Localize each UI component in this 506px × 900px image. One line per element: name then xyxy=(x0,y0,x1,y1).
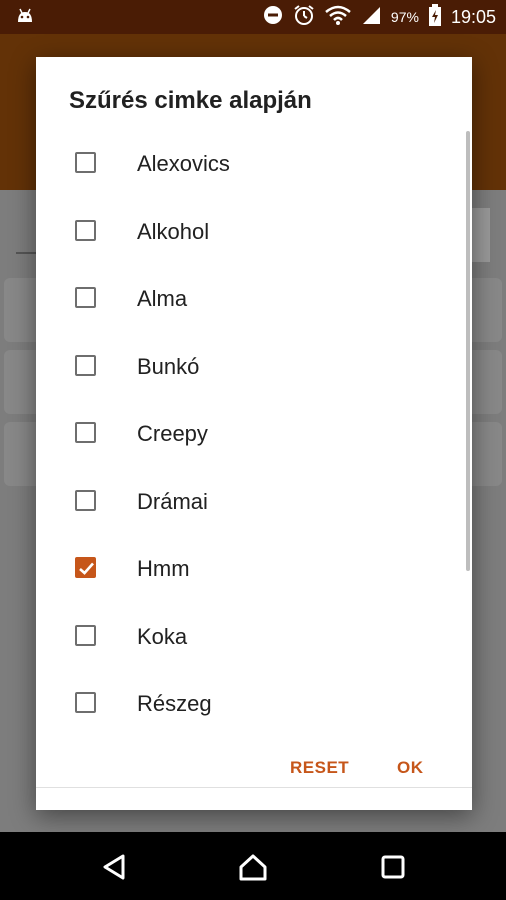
dnd-icon xyxy=(263,5,283,30)
checkbox[interactable] xyxy=(75,152,96,173)
filter-dialog: Szűrés cimke alapján Alexovics Alkohol Alm… xyxy=(36,57,472,810)
dialog-title: Szűrés cimke alapján xyxy=(69,87,312,114)
checkbox-checked[interactable] xyxy=(75,557,96,578)
list-item-label: Drámai xyxy=(137,488,208,514)
checkbox[interactable] xyxy=(75,422,96,443)
navigation-bar xyxy=(0,832,506,900)
divider xyxy=(36,787,472,788)
checkbox[interactable] xyxy=(75,287,96,308)
list-item-label: Alma xyxy=(137,286,188,311)
battery-percent: 97% xyxy=(390,9,419,25)
checkbox[interactable] xyxy=(75,219,96,241)
list-item[interactable]: Koka xyxy=(36,604,472,672)
list-item[interactable]: Hmm xyxy=(36,536,472,604)
battery-charging-icon xyxy=(428,3,441,31)
list-item-label: Alexovics xyxy=(137,151,230,176)
signal-icon xyxy=(361,5,381,30)
checkbox[interactable] xyxy=(75,692,96,713)
list-item-label: Bunkó xyxy=(137,353,200,379)
list-item-label: Alkohol xyxy=(137,218,210,244)
reset-button[interactable]: RESET xyxy=(282,752,357,784)
checkbox[interactable] xyxy=(75,489,96,511)
list-item-label: Részeg xyxy=(137,691,212,716)
list-item-label: Koka xyxy=(137,623,188,649)
list-item[interactable]: Alexovics xyxy=(36,131,472,199)
back-icon[interactable] xyxy=(97,850,131,884)
list-item[interactable]: Drámai xyxy=(36,469,472,537)
home-icon[interactable] xyxy=(236,850,270,884)
list-item[interactable]: Creepy xyxy=(36,401,472,469)
list-item[interactable]: Alkohol xyxy=(36,199,472,267)
list-item[interactable]: Bunkó xyxy=(36,334,472,402)
recents-icon[interactable] xyxy=(376,850,410,884)
check-icon xyxy=(79,562,94,575)
list-item-label: Creepy xyxy=(137,421,208,446)
list-item[interactable]: Részeg xyxy=(36,671,472,739)
checkbox[interactable] xyxy=(75,354,96,376)
list-item[interactable]: Alma xyxy=(36,266,472,334)
android-icon xyxy=(16,8,34,29)
tag-list[interactable]: Alexovics Alkohol Alma Bunkó Creepy Drámai Hmm… xyxy=(36,131,472,787)
alarm-icon xyxy=(293,4,315,31)
status-bar: 97% 19:05 xyxy=(0,0,506,34)
list-item-label: Hmm xyxy=(137,556,190,581)
scrollbar[interactable] xyxy=(466,131,470,571)
wifi-icon xyxy=(325,5,351,30)
checkbox[interactable] xyxy=(75,624,96,646)
clock: 19:05 xyxy=(450,6,496,27)
ok-button[interactable]: OK xyxy=(389,752,432,784)
